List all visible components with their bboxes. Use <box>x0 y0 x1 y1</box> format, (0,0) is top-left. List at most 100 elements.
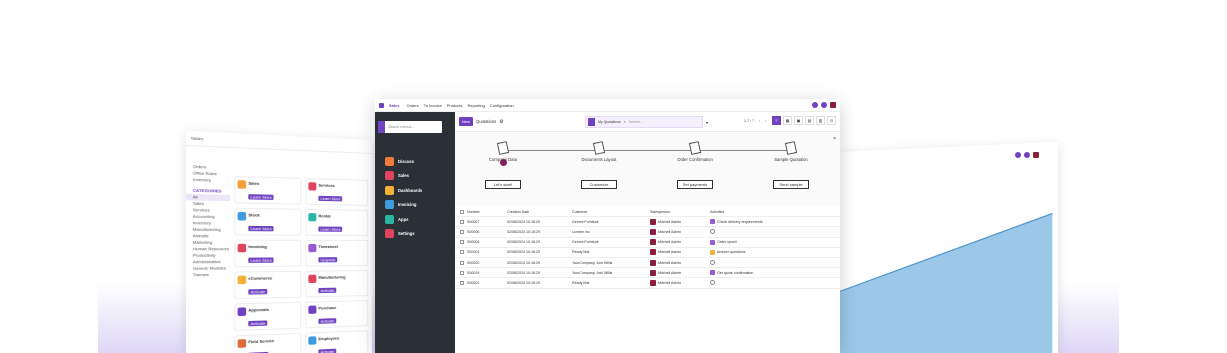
app-card-button[interactable]: Learn More <box>318 227 342 232</box>
activity-icon[interactable] <box>710 250 715 255</box>
onboarding-step-button[interactable]: Send sample <box>773 180 809 189</box>
app-card-button[interactable]: Learn More <box>248 226 274 231</box>
row-checkbox[interactable] <box>460 220 464 224</box>
app-card-button[interactable]: Upgrade <box>318 257 337 262</box>
filter-icon[interactable] <box>588 118 595 126</box>
header-activities[interactable]: Activities <box>710 210 724 214</box>
apps-side-item[interactable]: Inventory <box>186 176 230 184</box>
sidebar-item-apps[interactable]: Apps <box>385 214 408 224</box>
table-row[interactable]: S00003 02/08/2024 10:18:29 Ready Mat Mitche… <box>455 248 840 258</box>
new-button[interactable]: New <box>459 117 473 126</box>
cell-activity[interactable] <box>710 260 717 265</box>
activity-icon[interactable] <box>710 219 715 224</box>
row-checkbox[interactable] <box>460 261 464 265</box>
app-card-button[interactable]: Activate <box>318 288 336 293</box>
pager-prev-icon[interactable]: ‹ <box>759 119 760 123</box>
chat-icon[interactable] <box>812 102 818 108</box>
chip-close-icon[interactable]: × <box>624 120 626 124</box>
app-card[interactable]: Purchase Activate <box>305 300 368 328</box>
app-card-button[interactable]: Activate <box>318 349 336 353</box>
table-row[interactable]: S00020 02/08/2024 10:18:29 YourCompany, Jo… <box>455 258 840 268</box>
pivot-view-icon[interactable]: ▤ <box>805 116 814 125</box>
row-checkbox[interactable] <box>460 281 464 285</box>
menu-search-input[interactable]: Search menus... <box>378 121 442 133</box>
onboarding-step-button[interactable]: Let's start! <box>485 180 521 189</box>
app-card-button[interactable]: Activate <box>318 318 336 324</box>
search-input[interactable]: My Quotations × Search... <box>585 116 703 128</box>
table-row[interactable]: S00007 02/08/2024 10:18:29 Gemini Furnitur… <box>455 217 840 227</box>
cell-activity[interactable]: Get quote confirmation <box>710 270 753 275</box>
apps-side-item[interactable]: Themes <box>186 272 230 279</box>
onboarding-step-button[interactable]: Set payments <box>677 180 713 189</box>
kanban-view-icon[interactable]: ▦ <box>783 116 792 125</box>
app-card[interactable]: Field ServiceUpgrade <box>234 333 301 353</box>
calendar-view-icon[interactable]: ▣ <box>794 116 803 125</box>
row-checkbox[interactable] <box>460 230 464 234</box>
row-checkbox[interactable] <box>460 250 464 254</box>
cell-activity[interactable]: Answer questions <box>710 250 745 255</box>
row-checkbox[interactable] <box>460 271 464 275</box>
app-card-button[interactable]: Learn More <box>248 257 274 262</box>
user-avatar[interactable] <box>830 102 836 108</box>
menu-orders[interactable]: Orders <box>406 103 418 108</box>
app-card[interactable]: Manufacturing Activate <box>305 270 368 297</box>
app-card[interactable]: Services Learn More <box>305 178 368 206</box>
activity-summary: Order upsell <box>717 240 737 244</box>
header-customer[interactable]: Customer <box>572 210 588 214</box>
pager-next-icon[interactable]: › <box>765 119 766 123</box>
apps-menu-icon[interactable] <box>379 103 384 108</box>
activity-icon[interactable] <box>710 229 715 234</box>
close-icon[interactable]: × <box>833 136 836 142</box>
gear-icon[interactable]: ⚙ <box>499 119 503 125</box>
header-salesperson[interactable]: Salesperson <box>650 210 670 214</box>
table-row[interactable]: S00002 02/08/2024 10:18:29 Ready Mat Mitche… <box>455 278 840 288</box>
menu-configuration[interactable]: Configuration <box>490 103 514 108</box>
graph-view-icon[interactable]: ▥ <box>816 116 825 125</box>
app-card-button[interactable]: Activate <box>248 320 267 326</box>
activity-view-icon[interactable]: ◷ <box>827 116 836 125</box>
activity-icon[interactable] <box>821 102 827 108</box>
list-view-icon[interactable]: ≡ <box>772 116 781 125</box>
onboarding-step-button[interactable]: Customize <box>581 180 617 189</box>
pager-value[interactable]: 1-7 / 7 <box>744 119 754 123</box>
sidebar-item-discuss[interactable]: Discuss <box>385 156 414 166</box>
sidebar-item-invoicing[interactable]: Invoicing <box>385 200 416 210</box>
menu-to-invoice[interactable]: To Invoice <box>424 103 442 108</box>
app-card-button[interactable]: Activate <box>248 289 267 295</box>
app-card[interactable]: Approvals Activate <box>234 302 301 331</box>
app-card[interactable]: Rental Learn More <box>305 209 368 236</box>
header-number[interactable]: Number <box>467 210 480 214</box>
activity-icon[interactable] <box>710 260 715 265</box>
menu-products[interactable]: Products <box>447 103 463 108</box>
cell-activity[interactable] <box>710 280 717 285</box>
menu-reporting[interactable]: Reporting <box>468 103 485 108</box>
activity-icon[interactable] <box>710 270 715 275</box>
sidebar-item-settings[interactable]: Settings <box>385 229 415 239</box>
header-creation-date[interactable]: Creation Date <box>507 210 529 214</box>
sidebar-item-sales[interactable]: Sales <box>385 171 409 181</box>
table-row[interactable]: S00004 02/08/2024 10:18:29 Gemini Furnitur… <box>455 238 840 248</box>
cell-activity[interactable]: Check delivery requirements <box>710 219 763 224</box>
app-card[interactable]: Timesheet Upgrade <box>305 240 368 267</box>
filter-chip[interactable]: My Quotations <box>598 120 621 124</box>
activity-icon[interactable] <box>710 280 715 285</box>
table-row[interactable]: S00006 02/08/2024 10:18:29 Lumber Inc Mitch… <box>455 227 840 237</box>
app-card-button[interactable]: Learn More <box>318 196 342 202</box>
app-card-name: Stock <box>248 212 260 217</box>
table-row[interactable]: S00019 02/08/2024 10:18:29 YourCompany, Jo… <box>455 268 840 278</box>
app-card[interactable]: Sales Learn More <box>234 176 301 205</box>
app-title[interactable]: Sales <box>389 103 399 108</box>
search-dropdown-toggle[interactable]: ▾ <box>706 120 708 125</box>
app-card[interactable]: Invoicing Learn More <box>234 240 301 268</box>
app-card[interactable]: Stock Learn More <box>234 208 301 236</box>
cell-activity[interactable]: Order upsell <box>710 240 737 245</box>
cell-activity[interactable] <box>710 229 717 234</box>
app-card[interactable]: Employees Activate <box>305 330 368 353</box>
app-card-button[interactable]: Learn More <box>248 194 274 200</box>
sidebar-item-dashboards[interactable]: Dashboards <box>385 185 422 195</box>
app-card[interactable]: eCommerce Activate <box>234 271 301 299</box>
row-checkbox[interactable] <box>460 240 464 244</box>
table-header: Number Creation Date Customer Salesperso… <box>455 207 840 217</box>
activity-icon[interactable] <box>710 240 715 245</box>
select-all-checkbox[interactable] <box>460 210 464 214</box>
